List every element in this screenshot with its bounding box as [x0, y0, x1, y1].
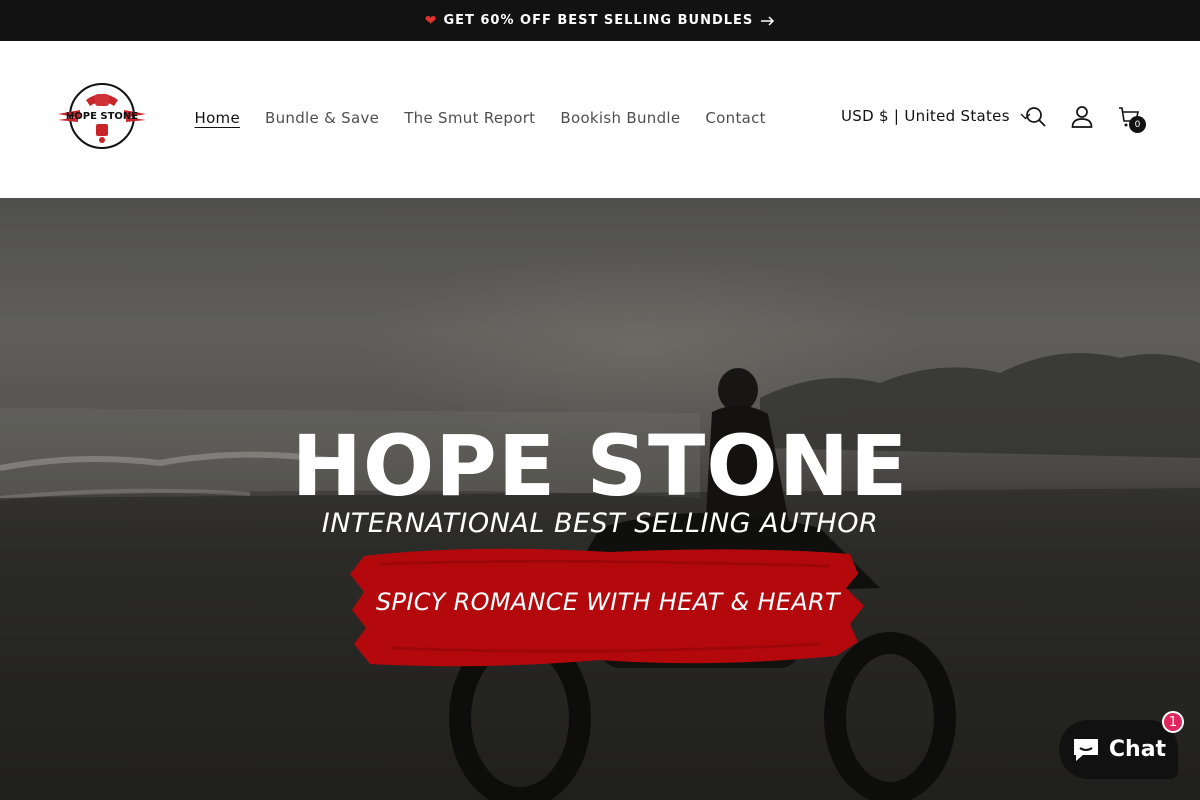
nav-bookish-bundle[interactable]: Bookish Bundle — [548, 105, 693, 131]
hero-tagline: SPICY ROMANCE WITH HEAT & HEART — [376, 588, 840, 616]
announcement-text: GET 60% OFF BEST SELLING BUNDLES — [443, 13, 754, 28]
nav-home[interactable]: Home — [182, 105, 253, 131]
hero-banner: HOPE STONE INTERNATIONAL BEST SELLING AU… — [0, 198, 1200, 800]
chat-unread-badge: 1 — [1162, 711, 1184, 733]
main-nav: Home Bundle & Save The Smut Report Booki… — [182, 105, 778, 131]
heart-icon: ❤ — [424, 12, 438, 29]
site-logo[interactable]: HOPE STONE — [56, 80, 148, 152]
announcement-bar[interactable]: ❤ GET 60% OFF BEST SELLING BUNDLES — [0, 0, 1200, 41]
hero-title: HOPE STONE — [291, 417, 909, 515]
cart-count-badge: 0 — [1129, 116, 1146, 133]
chat-bubble-icon — [1071, 736, 1101, 764]
account-icon[interactable] — [1069, 104, 1095, 130]
chat-label: Chat — [1108, 737, 1167, 762]
hero-subtitle: INTERNATIONAL BEST SELLING AUTHOR — [321, 508, 879, 539]
country-selector-label: USD $ | United States — [841, 107, 1010, 125]
site-header: HOPE STONE Home Bundle & Save The Smut R… — [0, 41, 1200, 198]
svg-text:HOPE STONE: HOPE STONE — [66, 111, 138, 122]
nav-contact[interactable]: Contact — [693, 105, 778, 131]
nav-smut-report[interactable]: The Smut Report — [392, 105, 548, 131]
country-selector[interactable]: USD $ | United States — [841, 107, 1031, 125]
chat-button[interactable]: Chat — [1059, 720, 1178, 779]
search-icon[interactable] — [1023, 104, 1049, 130]
arrow-right-icon — [761, 15, 775, 26]
nav-bundle-save[interactable]: Bundle & Save — [253, 105, 392, 131]
